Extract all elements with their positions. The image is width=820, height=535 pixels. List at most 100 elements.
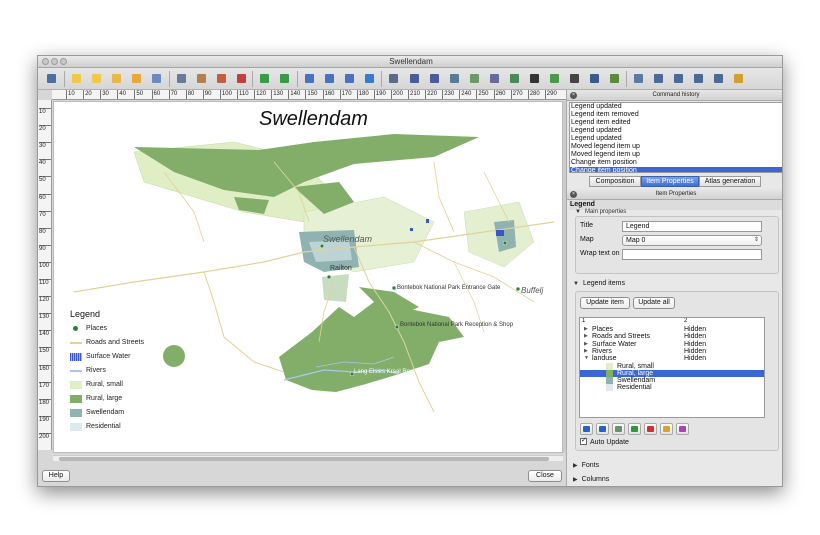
main-properties-header[interactable]: ▼ Main properties <box>575 209 626 215</box>
move-down-icon[interactable] <box>580 423 593 435</box>
wrap-text-field[interactable] <box>622 249 762 260</box>
remove-item-icon[interactable] <box>644 423 657 435</box>
tree-row[interactable]: Rural, large <box>580 369 764 377</box>
zoom-full-icon[interactable] <box>302 71 317 86</box>
history-item[interactable]: Legend updated <box>570 135 782 143</box>
close-button[interactable]: Close <box>528 470 562 482</box>
add-map-icon[interactable] <box>447 71 462 86</box>
atlas-print-icon[interactable] <box>731 71 746 86</box>
chevron-right-icon[interactable]: ▶ <box>584 348 588 355</box>
tab-item-properties[interactable]: Item Properties <box>641 176 699 187</box>
add-label-icon[interactable] <box>487 71 502 86</box>
atlas-last-icon[interactable] <box>711 71 726 86</box>
close-dock-icon[interactable]: × <box>570 92 577 99</box>
auto-update-checkbox[interactable]: Auto Update <box>580 436 629 446</box>
chevron-right-icon[interactable]: ▶ <box>584 333 588 340</box>
open-template-icon[interactable] <box>129 71 144 86</box>
ruler-left[interactable]: 10 20 30 40 50 60 70 80 90 100 110 120 130 140 150 160 1… <box>38 100 52 450</box>
chevron-right-icon[interactable]: ▶ <box>584 326 588 333</box>
history-item[interactable]: Legend updated <box>570 127 782 135</box>
atlas-next-icon[interactable] <box>691 71 706 86</box>
tree-item-label: Places <box>592 326 614 333</box>
count-icon[interactable] <box>676 423 689 435</box>
atlas-preview-icon[interactable] <box>631 71 646 86</box>
command-history-title: Command history <box>652 92 700 98</box>
ruler-top-tick: 10 <box>66 90 75 99</box>
tree-row[interactable]: ▶ Surface Water Hidden <box>580 341 764 348</box>
ruler-left-tick: 80 <box>39 227 51 236</box>
refresh-icon[interactable] <box>362 71 377 86</box>
help-button[interactable]: Help <box>42 470 70 482</box>
zoom-out-icon[interactable] <box>342 71 357 86</box>
history-item[interactable]: Legend item edited <box>570 119 782 127</box>
title-field[interactable]: Legend <box>622 221 762 232</box>
chevron-down-icon[interactable]: ▼ <box>584 355 589 362</box>
export-svg-icon[interactable] <box>214 71 229 86</box>
add-scalebar-icon[interactable] <box>527 71 542 86</box>
edit-group-icon[interactable] <box>612 423 625 435</box>
export-pdf-icon[interactable] <box>234 71 249 86</box>
pan-icon[interactable] <box>386 71 401 86</box>
map-title-label[interactable]: Swellendam <box>259 108 368 131</box>
undo-icon[interactable] <box>257 71 272 86</box>
history-item[interactable]: Legend item removed <box>570 111 782 119</box>
map-legend[interactable]: Legend Places Roads and Streets Surface Wa… <box>70 309 190 435</box>
tab-atlas-generation[interactable]: Atlas generation <box>699 176 761 187</box>
legend-entry-label: Rural, small <box>86 381 123 388</box>
ruler-top[interactable]: 10 20 30 40 50 60 70 80 90 100 110 120 130 140 150 160 1… <box>52 90 566 100</box>
history-item[interactable]: Legend updated <box>570 103 782 111</box>
tree-row[interactable]: ▶ Roads and Streets Hidden <box>580 333 764 340</box>
map-legend-entry: Swellendam <box>70 407 190 421</box>
history-item[interactable]: Moved legend item up <box>570 143 782 151</box>
add-arrow-icon[interactable] <box>567 71 582 86</box>
atlas-first-icon[interactable] <box>651 71 666 86</box>
map-select[interactable]: Map 0 ⇕ <box>622 235 762 246</box>
tree-row[interactable]: Residential <box>580 384 764 392</box>
export-image-icon[interactable] <box>194 71 209 86</box>
columns-section-header[interactable]: ▶ Columns <box>573 476 609 483</box>
add-legend-icon[interactable] <box>507 71 522 86</box>
chevron-right-icon[interactable]: ▶ <box>584 341 588 348</box>
add-item-icon[interactable] <box>628 423 641 435</box>
legend-items-header[interactable]: ▼ Legend items <box>573 280 625 287</box>
tab-composition[interactable]: Composition <box>589 176 641 187</box>
composer-manager-icon[interactable] <box>109 71 124 86</box>
add-shape-icon[interactable] <box>547 71 562 86</box>
zoom-in-icon[interactable] <box>322 71 337 86</box>
select-move-icon[interactable] <box>407 71 422 86</box>
move-content-icon[interactable] <box>427 71 442 86</box>
update-item-button[interactable]: Update item <box>580 297 630 309</box>
tree-row[interactable]: ▶ Rivers Hidden <box>580 348 764 355</box>
save-template-icon[interactable] <box>149 71 164 86</box>
add-html-icon[interactable] <box>607 71 622 86</box>
command-history-list[interactable]: Legend updated Legend item removed Legend … <box>569 102 782 173</box>
map-legend-entry: Rural, large <box>70 393 190 407</box>
tree-row[interactable]: Rural, small <box>580 362 764 370</box>
close-dock-icon[interactable]: × <box>570 191 577 198</box>
redo-icon[interactable] <box>277 71 292 86</box>
toolbar <box>38 68 782 90</box>
composer-canvas[interactable]: 10 20 30 40 50 60 70 80 90 100 110 120 130 140 150 160 1… <box>38 90 566 486</box>
tree-row[interactable]: ▶ Places Hidden <box>580 326 764 333</box>
scrollbar-thumb[interactable] <box>59 457 549 461</box>
duplicate-composer-icon[interactable] <box>89 71 104 86</box>
save-icon[interactable] <box>44 71 59 86</box>
add-table-icon[interactable] <box>587 71 602 86</box>
horizontal-scrollbar[interactable] <box>53 455 563 461</box>
composition-paper[interactable]: Swellendam Swellendam Railton Bontebok N… <box>53 101 563 453</box>
history-item[interactable]: Change item position <box>570 167 782 172</box>
new-composer-icon[interactable] <box>69 71 84 86</box>
move-up-icon[interactable] <box>596 423 609 435</box>
update-all-button[interactable]: Update all <box>633 297 675 309</box>
tree-item-label: Rural, small <box>617 362 654 370</box>
legend-items-tree[interactable]: 1 2 ▶ Places Hidden ▶ Roads and Streets Hidde… <box>579 317 765 418</box>
add-image-icon[interactable] <box>467 71 482 86</box>
print-icon[interactable] <box>174 71 189 86</box>
atlas-prev-icon[interactable] <box>671 71 686 86</box>
history-item[interactable]: Moved legend item up <box>570 151 782 159</box>
tree-row[interactable]: Swellendam <box>580 377 764 385</box>
fonts-section-header[interactable]: ▶ Fonts <box>573 462 599 469</box>
edit-item-icon[interactable] <box>660 423 673 435</box>
history-item[interactable]: Change item position <box>570 159 782 167</box>
tree-row[interactable]: ▼ landuse Hidden <box>580 355 764 362</box>
